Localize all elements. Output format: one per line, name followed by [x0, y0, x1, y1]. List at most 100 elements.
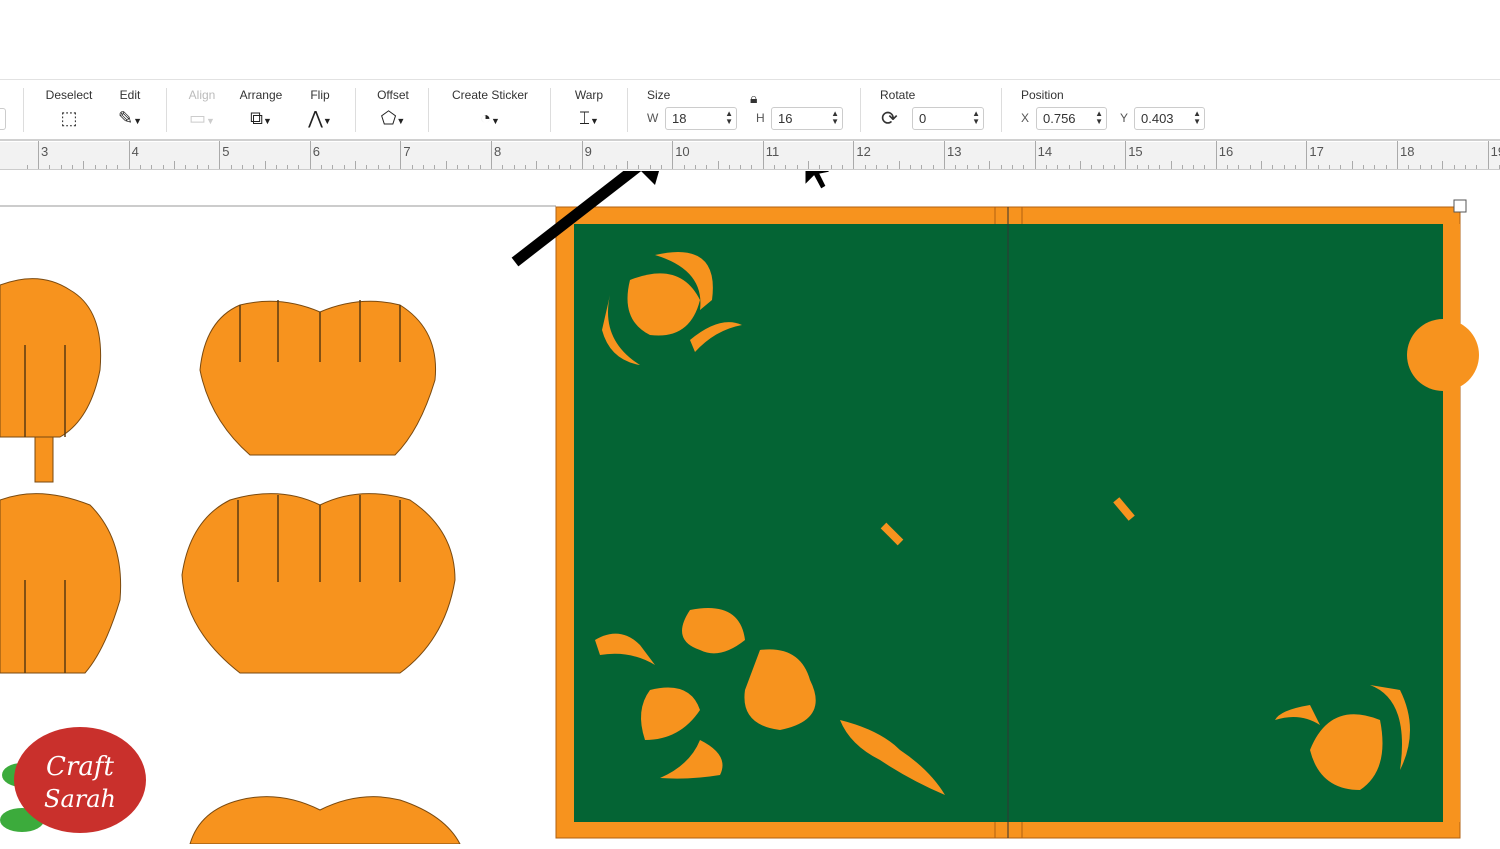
ruler-tick — [1340, 165, 1342, 169]
x-input[interactable]: 0.756 ▲ ▼ — [1036, 107, 1107, 130]
ruler-tick — [1011, 165, 1013, 169]
divider — [550, 88, 551, 132]
flip-icon: ⋀▼ — [308, 108, 332, 128]
ruler-tick — [230, 165, 232, 169]
width-input[interactable]: 18 ▲ ▼ — [665, 107, 737, 130]
ruler-tick — [332, 165, 334, 169]
ruler-tick — [275, 165, 277, 169]
arrange-button[interactable]: Arrange ⧉▼ — [236, 88, 286, 129]
ruler-tick — [1329, 165, 1331, 169]
pumpkin-piece — [181, 493, 456, 674]
height-input[interactable]: 16 ▲ ▼ — [771, 107, 843, 130]
y-input[interactable]: 0.403 ▲ ▼ — [1134, 107, 1205, 130]
ruler-number: 5 — [222, 144, 230, 159]
warp-button[interactable]: Warp ⌶▼ — [568, 88, 610, 129]
ruler-tick — [1023, 165, 1025, 169]
ruler-tick — [185, 165, 187, 169]
partial-control[interactable] — [0, 108, 6, 130]
ruler-tick — [196, 165, 198, 169]
flip-button[interactable]: Flip ⋀▼ — [302, 88, 338, 129]
horizontal-ruler: 3 4 5 6 7 8 9 10 11 12 13 14 15 16 17 18 19 — [0, 141, 1500, 170]
ruler-tick — [977, 165, 979, 169]
ruler-tick — [570, 165, 572, 169]
ruler-number: 11 — [765, 144, 780, 159]
ruler-tick — [819, 165, 821, 169]
create-sticker-button[interactable]: Create Sticker ◔▼ — [446, 88, 534, 129]
ruler-tick — [1476, 165, 1478, 169]
ruler-tick — [173, 161, 175, 169]
ruler-number: 7 — [403, 144, 411, 159]
deselect-button[interactable]: Deselect ⬚ — [42, 88, 96, 129]
ruler-tick — [1317, 165, 1319, 169]
ruler-tick — [751, 165, 753, 169]
ruler-tick — [241, 165, 243, 169]
stepper-icon[interactable]: ▲ ▼ — [972, 110, 980, 126]
stepper-icon[interactable]: ▲ ▼ — [1095, 110, 1103, 126]
size-label: Size — [647, 88, 671, 102]
rotate-input[interactable]: 0 ▲ ▼ — [912, 107, 984, 130]
ruler-tick — [785, 165, 787, 169]
ruler-tick — [1147, 165, 1149, 169]
ruler-tick — [887, 165, 889, 169]
stepper-icon[interactable]: ▲ ▼ — [725, 110, 733, 126]
height-label: H — [756, 111, 765, 125]
ruler-tick — [1385, 165, 1387, 169]
rotate-icon[interactable]: ⟳ — [881, 106, 898, 131]
ruler-tick — [105, 165, 107, 169]
ruler-number: 9 — [584, 144, 592, 159]
ruler-tick — [1193, 165, 1195, 169]
ruler-tick — [151, 165, 153, 169]
ruler-tick — [1408, 165, 1410, 169]
ruler-tick — [38, 141, 39, 169]
ruler-tick — [355, 161, 357, 169]
ruler-tick — [1464, 165, 1466, 169]
ruler-tick — [536, 161, 538, 169]
ruler-tick — [219, 141, 221, 169]
divider — [1001, 88, 1002, 132]
align-button[interactable]: Align ▭▼ — [184, 88, 220, 129]
ruler-tick — [932, 165, 934, 169]
x-value: 0.756 — [1043, 111, 1076, 126]
edit-button[interactable]: Edit ✎▼ — [110, 88, 150, 129]
ruler-tick — [524, 165, 526, 169]
ruler-number: 4 — [131, 144, 139, 159]
offset-button[interactable]: Offset ⬠▼ — [372, 88, 414, 129]
ruler-tick — [966, 165, 968, 169]
ruler-number: 6 — [312, 144, 321, 159]
ruler-number: 16 — [1218, 144, 1234, 159]
ruler-tick — [1079, 161, 1081, 169]
ruler-tick — [944, 141, 945, 169]
arrange-label: Arrange — [239, 88, 283, 102]
ruler-tick — [343, 165, 345, 169]
ruler-tick — [1374, 165, 1376, 169]
create-sticker-label: Create Sticker — [451, 88, 529, 102]
stepper-icon[interactable]: ▲ ▼ — [831, 110, 839, 126]
top-bar — [0, 0, 1500, 80]
ruler-tick — [796, 165, 798, 169]
ruler-tick — [128, 141, 130, 169]
ruler-tick — [1045, 165, 1047, 169]
ruler-number: 3 — [41, 144, 49, 159]
ruler-tick — [1068, 165, 1070, 169]
warp-label: Warp — [574, 88, 604, 102]
design-canvas[interactable]: Craft Sarah — [0, 126, 1500, 845]
pumpkin-piece — [0, 278, 102, 438]
ruler-number: 12 — [856, 144, 871, 159]
ruler-tick — [1125, 141, 1127, 169]
rotate-label: Rotate — [880, 88, 916, 102]
ruler-tick — [989, 161, 991, 169]
ruler-tick — [774, 165, 776, 169]
ruler-tick — [1249, 165, 1251, 169]
ruler-tick — [1000, 165, 1002, 169]
ruler-tick — [898, 161, 900, 169]
ruler-number: 17 — [1309, 144, 1324, 159]
ruler-tick — [1034, 141, 1036, 169]
lock-icon[interactable]: 🔒︎ — [750, 90, 757, 107]
card[interactable] — [555, 199, 1479, 839]
ruler-tick — [71, 165, 73, 169]
ruler-tick — [683, 165, 685, 169]
ruler-tick — [468, 165, 470, 169]
ruler-tick — [842, 165, 844, 169]
ruler-tick — [1238, 165, 1240, 169]
stepper-icon[interactable]: ▲ ▼ — [1193, 110, 1201, 126]
